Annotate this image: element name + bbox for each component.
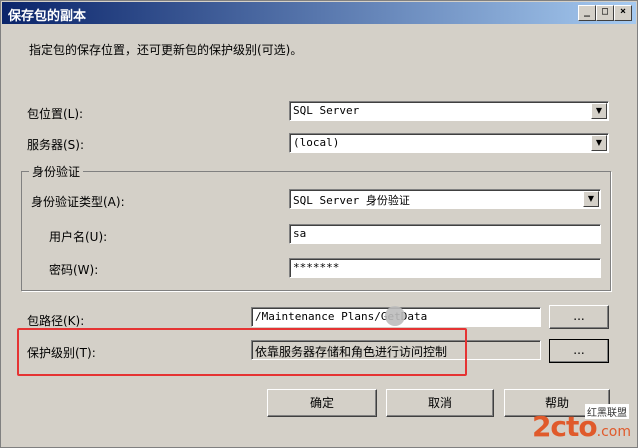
minimize-button[interactable]: _: [578, 5, 596, 21]
watermark-tag: 红黑联盟: [585, 404, 629, 419]
cursor-marker: [385, 306, 405, 326]
close-button[interactable]: ×: [614, 5, 632, 21]
password-label: 密码(W):: [49, 263, 99, 277]
maximize-button[interactable]: □: [596, 5, 614, 21]
save-package-copy-dialog: 保存包的副本 _ □ × 指定包的保存位置，还可更新包的保护级别(可选)。 包位…: [0, 0, 638, 448]
password-field[interactable]: *******: [289, 258, 601, 278]
ok-button[interactable]: 确定: [267, 389, 377, 417]
auth-type-select[interactable]: SQL Server 身份验证 ▼: [289, 189, 601, 209]
site-watermark: 2cto.com 红黑联盟: [532, 404, 631, 443]
auth-type-label: 身份验证类型(A):: [31, 195, 125, 209]
package-location-value: SQL Server: [293, 104, 360, 117]
username-field[interactable]: sa: [289, 224, 601, 244]
password-value: *******: [293, 261, 340, 274]
username-label: 用户名(U):: [49, 230, 108, 244]
package-path-browse-button[interactable]: ...: [549, 305, 609, 329]
server-value: (local): [293, 136, 340, 149]
package-location-label: 包位置(L):: [27, 107, 84, 121]
protection-level-browse-button[interactable]: ...: [549, 339, 609, 363]
auth-type-value: SQL Server 身份验证: [293, 194, 410, 207]
chevron-down-icon[interactable]: ▼: [583, 191, 599, 207]
cancel-button[interactable]: 取消: [386, 389, 494, 417]
instruction-text: 指定包的保存位置，还可更新包的保护级别(可选)。: [29, 43, 303, 57]
chevron-down-icon[interactable]: ▼: [591, 103, 607, 119]
server-select[interactable]: (local) ▼: [289, 133, 609, 153]
title-bar[interactable]: 保存包的副本 _ □ ×: [2, 2, 636, 24]
window-title: 保存包的副本: [8, 9, 87, 24]
server-label: 服务器(S):: [27, 138, 85, 152]
chevron-down-icon[interactable]: ▼: [591, 135, 607, 151]
package-path-label: 包路径(K):: [27, 314, 85, 328]
package-location-select[interactable]: SQL Server ▼: [289, 101, 609, 121]
watermark-suffix: .com: [596, 424, 631, 440]
protection-level-highlight: [17, 328, 467, 376]
authentication-group-title: 身份验证: [29, 163, 84, 180]
username-value: sa: [293, 227, 307, 240]
